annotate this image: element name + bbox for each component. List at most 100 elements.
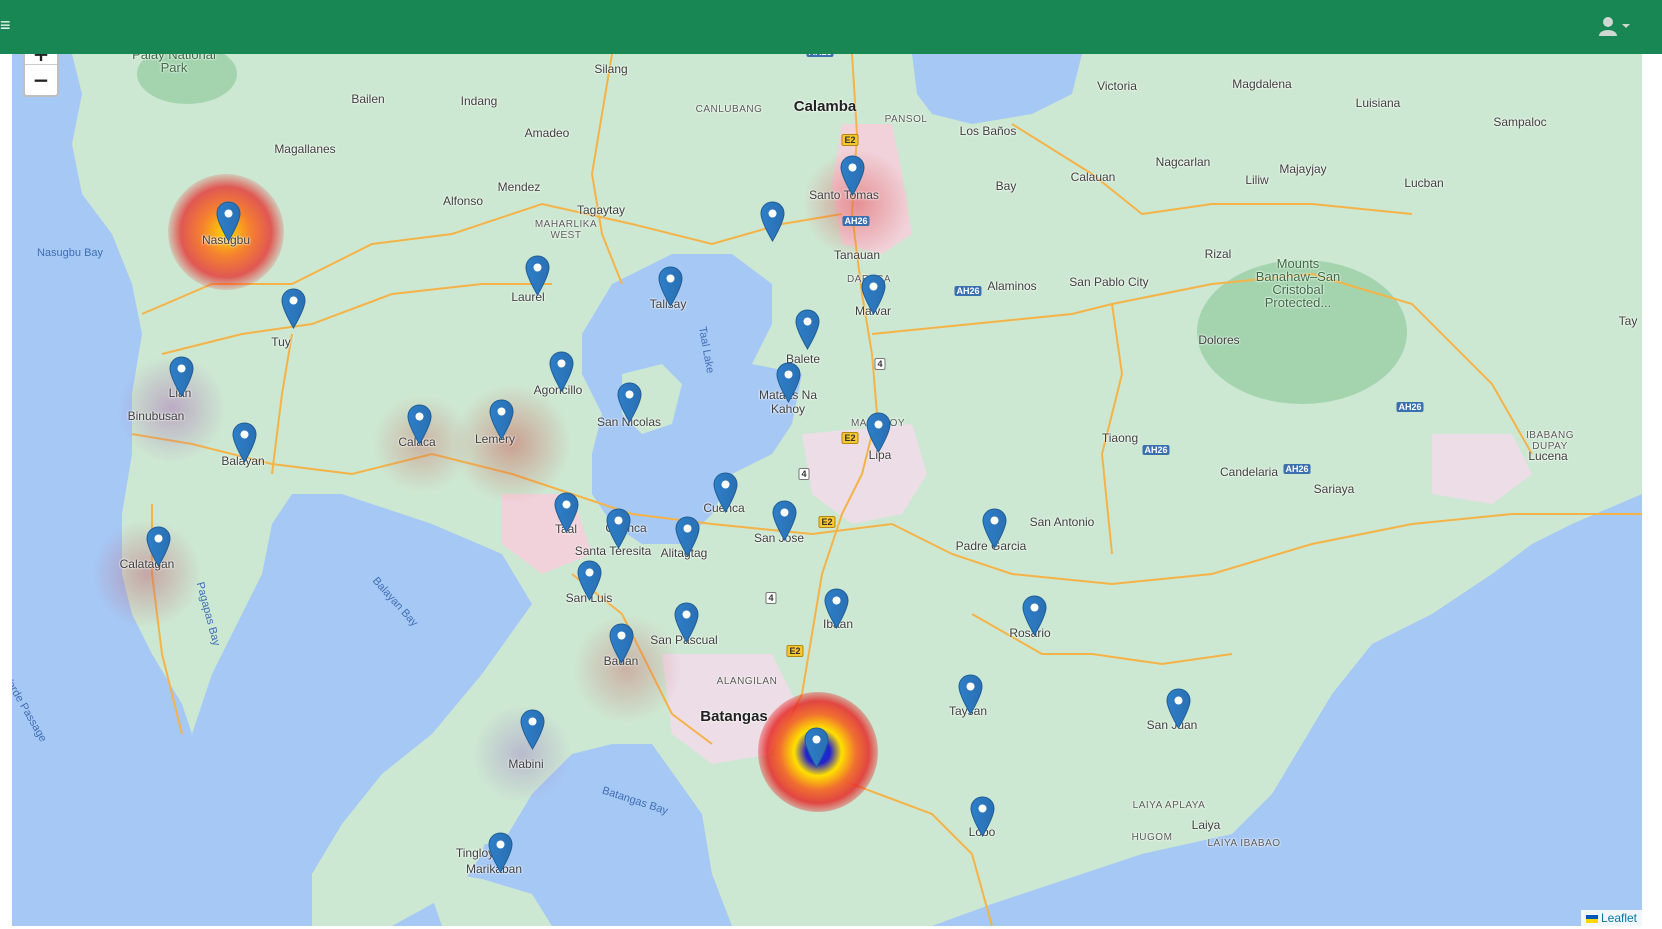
marker-pin[interactable] (674, 602, 699, 643)
place-label: Luisiana (1355, 96, 1401, 110)
marker-pin[interactable] (216, 201, 241, 242)
marker-pin[interactable] (606, 508, 631, 549)
place-label: Calauan (1070, 170, 1116, 184)
place-label: Tagaytay (576, 203, 626, 217)
place-label: Los Baños (959, 124, 1017, 138)
marker-pin[interactable] (554, 492, 579, 533)
place-label: Bay (995, 179, 1017, 193)
marker-pin[interactable] (609, 623, 634, 664)
marker-pin[interactable] (617, 382, 642, 423)
map-base-tiles (72, 54, 1642, 926)
place-label: Alfonso (442, 194, 484, 208)
place-label: Tuy (271, 335, 291, 349)
marker-pin[interactable] (549, 351, 574, 392)
place-label: Sampaloc (1493, 115, 1547, 129)
place-label: Magdalena (1232, 77, 1292, 91)
marker-pin[interactable] (525, 255, 550, 296)
leaflet-link[interactable]: Leaflet (1601, 911, 1637, 925)
water-label: Nasugbu Bay (36, 247, 104, 259)
marker-pin[interactable] (760, 201, 785, 242)
marker-pin[interactable] (804, 727, 829, 768)
route-shield: AH26 (1142, 445, 1170, 455)
marker-pin[interactable] (488, 832, 513, 873)
route-shield: E2 (841, 432, 859, 444)
marker-pin[interactable] (1166, 688, 1191, 729)
route-shield: 4 (798, 468, 810, 480)
place-label: Victoria (1097, 79, 1137, 93)
marker-pin[interactable] (824, 588, 849, 629)
place-label: Nagcarlan (1155, 155, 1211, 169)
marker-pin[interactable] (958, 674, 983, 715)
place-label: Rizal (1204, 247, 1232, 261)
marker-pin[interactable] (281, 288, 306, 329)
place-label: San Antonio (1029, 515, 1095, 529)
place-label: Magallanes (274, 142, 336, 156)
route-shield: AH26 (842, 216, 870, 226)
marker-pin[interactable] (772, 500, 797, 541)
place-label: Tanauan (833, 248, 881, 262)
marker-pin[interactable] (232, 422, 257, 463)
place-label: Binubusan (127, 409, 185, 423)
place-label: Tiaong (1101, 431, 1139, 445)
place-label: Laiya (1191, 818, 1221, 832)
place-label: Candelaria (1219, 465, 1279, 479)
route-shield: E2 (786, 645, 804, 657)
zoom-out-button[interactable]: − (25, 65, 57, 95)
marker-pin[interactable] (169, 356, 194, 397)
route-shield: 4 (874, 358, 886, 370)
place-label: MAHARLIKA WEST (534, 219, 598, 241)
user-menu-button[interactable] (1598, 14, 1634, 38)
marker-pin[interactable] (776, 362, 801, 403)
land-tingloy (422, 869, 552, 926)
place-label: Calamba (793, 98, 857, 115)
place-label: Silang (594, 62, 628, 76)
route-shield: E2 (818, 516, 836, 528)
marker-pin[interactable] (866, 412, 891, 453)
place-label: Alaminos (987, 279, 1037, 293)
place-label: Lucban (1404, 176, 1444, 190)
marker-pin[interactable] (577, 560, 602, 601)
place-label: Indang (460, 94, 498, 108)
route-shield: AH26 (954, 286, 982, 296)
zoom-in-button[interactable]: + (25, 54, 57, 65)
marker-pin[interactable] (795, 309, 820, 350)
place-label: LAIYA IBABAO (1207, 838, 1281, 849)
place-label: Amadeo (524, 126, 570, 140)
ukraine-flag-icon (1585, 914, 1598, 923)
route-shield: AH26 (1396, 402, 1424, 412)
place-label: Bailen (351, 92, 385, 106)
marker-pin[interactable] (713, 472, 738, 513)
place-label: Dolores (1198, 333, 1240, 347)
top-navbar: ≡ (0, 0, 1662, 54)
marker-pin[interactable] (146, 526, 171, 567)
marker-pin[interactable] (861, 274, 886, 315)
hamburger-icon[interactable]: ≡ (0, 14, 12, 36)
marker-pin[interactable] (407, 404, 432, 445)
user-icon (1599, 17, 1617, 36)
place-label: PANSOL (884, 114, 928, 125)
place-label: Sariaya (1313, 482, 1355, 496)
place-label: Batangas (700, 708, 768, 725)
place-label: Mabini (508, 757, 544, 771)
map-container[interactable]: AH26 E2 AH26 AH26 4 E2 4 E2 4 E2 AH26 AH… (12, 54, 1642, 926)
marker-pin[interactable] (982, 508, 1007, 549)
marker-pin[interactable] (1022, 595, 1047, 636)
marker-pin[interactable] (840, 155, 865, 196)
marker-pin[interactable] (970, 796, 995, 837)
attribution[interactable]: Leaflet (1580, 910, 1642, 926)
marker-pin[interactable] (489, 399, 514, 440)
place-label: Liliw (1245, 173, 1269, 187)
zoom-control: + − (23, 54, 59, 97)
caret-down-icon (1622, 24, 1630, 28)
route-shield: AH26 (1283, 464, 1311, 474)
place-label: Palay National Park (132, 54, 216, 75)
place-label: HUGOM (1131, 832, 1173, 843)
marker-pin[interactable] (520, 709, 545, 750)
marker-pin[interactable] (658, 266, 683, 307)
place-label: Mounts Banahaw–San Cristobal Protected..… (1255, 256, 1341, 310)
route-shield: AH26 (806, 54, 834, 57)
place-label: ALANGILAN (716, 676, 778, 687)
marker-pin[interactable] (675, 516, 700, 557)
route-shield: E2 (841, 134, 859, 146)
route-shield: 4 (765, 592, 777, 604)
